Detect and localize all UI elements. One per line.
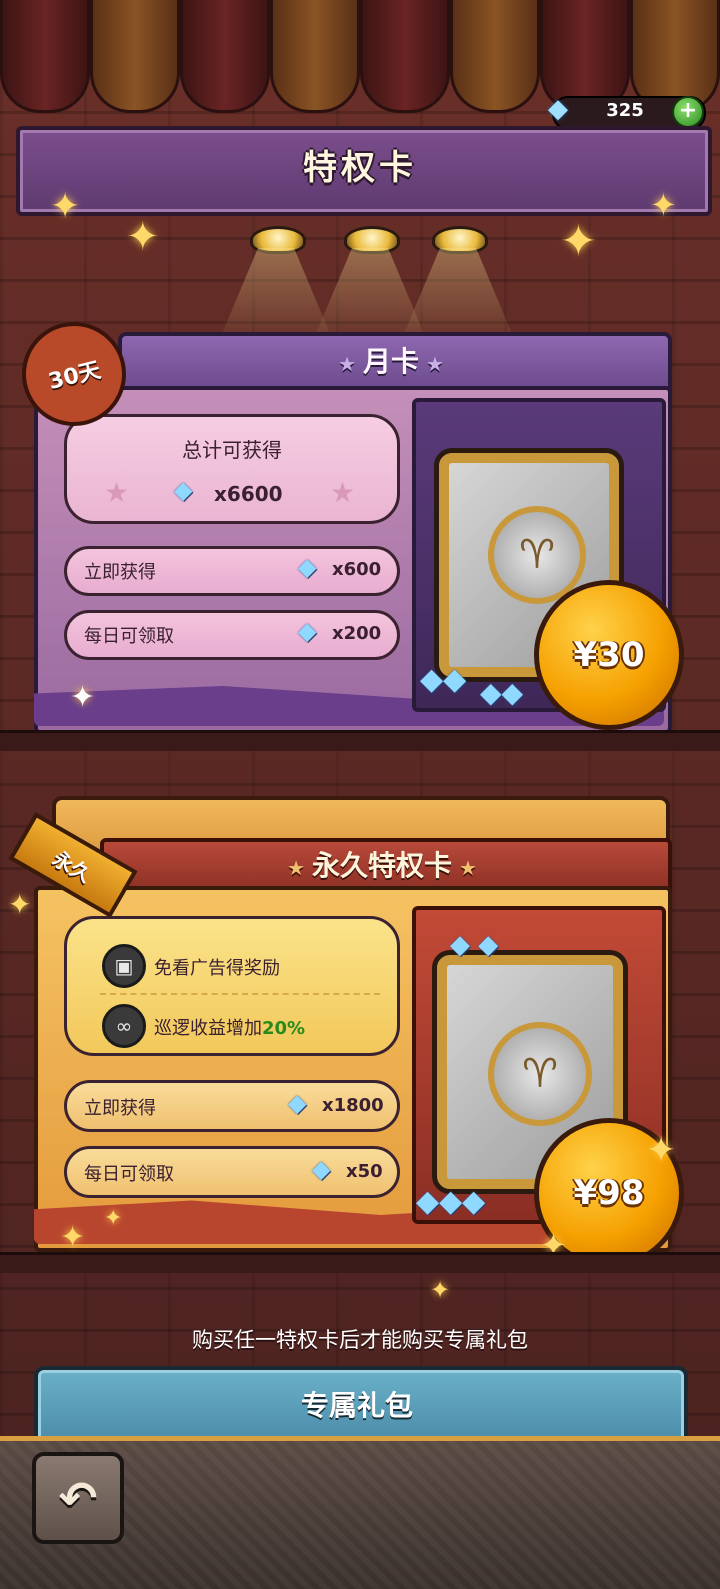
diamond-pile-icon: ◆◆ bbox=[420, 662, 467, 697]
permanent-immediate-label: 立即获得 bbox=[84, 1098, 156, 1119]
sparkle-icon: ✦ bbox=[50, 186, 81, 227]
perk-patrol-bonus: 巡逻收益增加20% bbox=[154, 1014, 305, 1040]
month-card-title: ★ 月卡 ★ bbox=[118, 340, 664, 380]
diamond-icon: ◆ bbox=[298, 617, 317, 645]
star-icon: ★ bbox=[287, 856, 312, 880]
star-icon: ★ bbox=[452, 856, 477, 880]
sparkle-icon: ✦ bbox=[650, 186, 677, 224]
divider bbox=[100, 993, 380, 995]
page-title: 特权卡 bbox=[303, 148, 417, 188]
add-diamonds-button[interactable]: + bbox=[672, 96, 704, 128]
diamond-icon: ◆ bbox=[174, 476, 193, 504]
star-icon: ★ bbox=[104, 476, 130, 509]
sparkle-icon: ✦ bbox=[70, 680, 96, 715]
month-card-title-text: 月卡 bbox=[362, 345, 419, 378]
patrol-binoculars-icon: ∞ bbox=[102, 1004, 146, 1048]
no-ads-tv-icon: ▣ bbox=[102, 944, 146, 988]
diamond-pile-icon: ◆◆ bbox=[480, 676, 524, 709]
safe-dial-icon: ♈ bbox=[488, 1022, 592, 1126]
sparkle-icon: ✦ bbox=[8, 888, 32, 921]
month-immediate-value: x600 bbox=[332, 559, 382, 580]
diamond-icon: ◆ bbox=[298, 553, 317, 581]
permanent-card-title-text: 永久特权卡 bbox=[311, 849, 452, 882]
permanent-card-title: ★ 永久特权卡 ★ bbox=[100, 844, 664, 884]
permanent-daily-label: 每日可领取 bbox=[84, 1164, 174, 1185]
star-icon: ★ bbox=[419, 352, 444, 376]
perk-no-ads: 免看广告得奖励 bbox=[154, 958, 280, 979]
perk-patrol-percent: 20% bbox=[262, 1018, 306, 1039]
month-immediate-label: 立即获得 bbox=[84, 562, 156, 583]
shelf bbox=[0, 1252, 720, 1273]
sparkle-icon: ✦ bbox=[126, 214, 160, 260]
diamond-count: 325 bbox=[606, 100, 644, 121]
month-daily-label: 每日可领取 bbox=[84, 626, 174, 647]
perk-patrol-text: 巡逻收益增加 bbox=[154, 1018, 262, 1039]
purchase-notice: 购买任一特权卡后才能购买专属礼包 bbox=[192, 1328, 528, 1352]
exclusive-pack-label: 专属礼包 bbox=[300, 1389, 413, 1422]
shelf bbox=[0, 730, 720, 751]
plus-icon: + bbox=[678, 98, 698, 123]
diamond-icon: ◆ bbox=[288, 1089, 307, 1117]
back-button[interactable]: ↶ bbox=[32, 1452, 124, 1544]
diamond-pile-icon: ◆◆◆ bbox=[416, 1184, 486, 1219]
sparkle-icon: ✦ bbox=[646, 1130, 677, 1171]
diamond-pile-icon: ◆ ◆ bbox=[450, 930, 499, 960]
month-total-value: x6600 bbox=[214, 482, 283, 506]
permanent-immediate-value: x1800 bbox=[322, 1095, 384, 1116]
diamond-icon: ◆ bbox=[548, 94, 568, 124]
sparkle-icon: ✦ bbox=[60, 1220, 86, 1255]
month-price-button[interactable]: ¥30 bbox=[534, 580, 684, 730]
permanent-daily-value: x50 bbox=[346, 1161, 383, 1182]
sparkle-icon: ✦ bbox=[104, 1206, 123, 1231]
back-arrow-icon: ↶ bbox=[58, 1471, 98, 1525]
month-daily-value: x200 bbox=[332, 623, 382, 644]
month-total-label: 总计可获得 bbox=[182, 438, 282, 462]
star-icon: ★ bbox=[338, 352, 363, 376]
diamond-icon: ◆ bbox=[312, 1155, 331, 1183]
star-icon: ★ bbox=[330, 476, 356, 509]
sparkle-icon: ✦ bbox=[560, 216, 597, 267]
sparkle-icon: ✦ bbox=[430, 1276, 451, 1304]
